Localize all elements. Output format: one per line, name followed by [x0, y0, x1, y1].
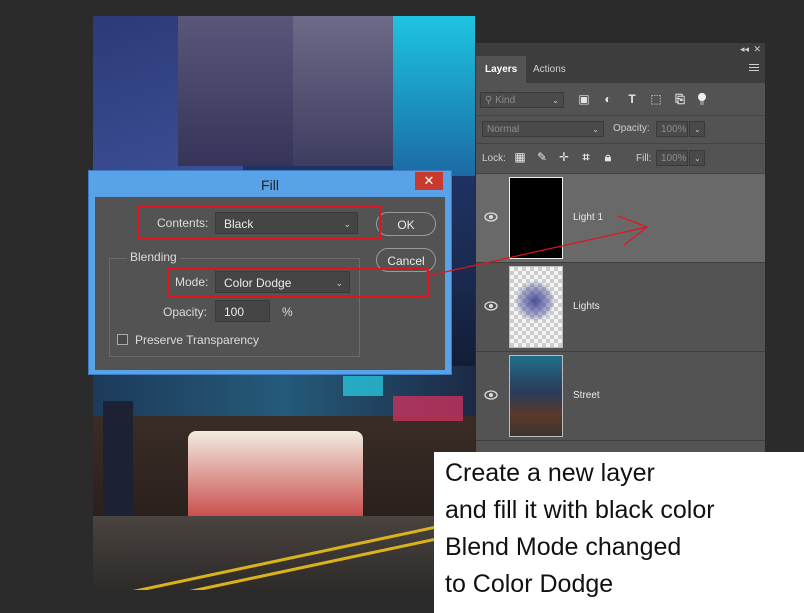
annotation-caption: Create a new layer and fill it with blac… — [434, 452, 804, 613]
caption-line-3: Blend Mode changed — [445, 533, 682, 561]
caption-line-4: to Color Dodge — [445, 570, 614, 598]
caption-line-1: Create a new layer — [445, 459, 655, 487]
caption-line-2: and fill it with black color — [445, 496, 715, 524]
